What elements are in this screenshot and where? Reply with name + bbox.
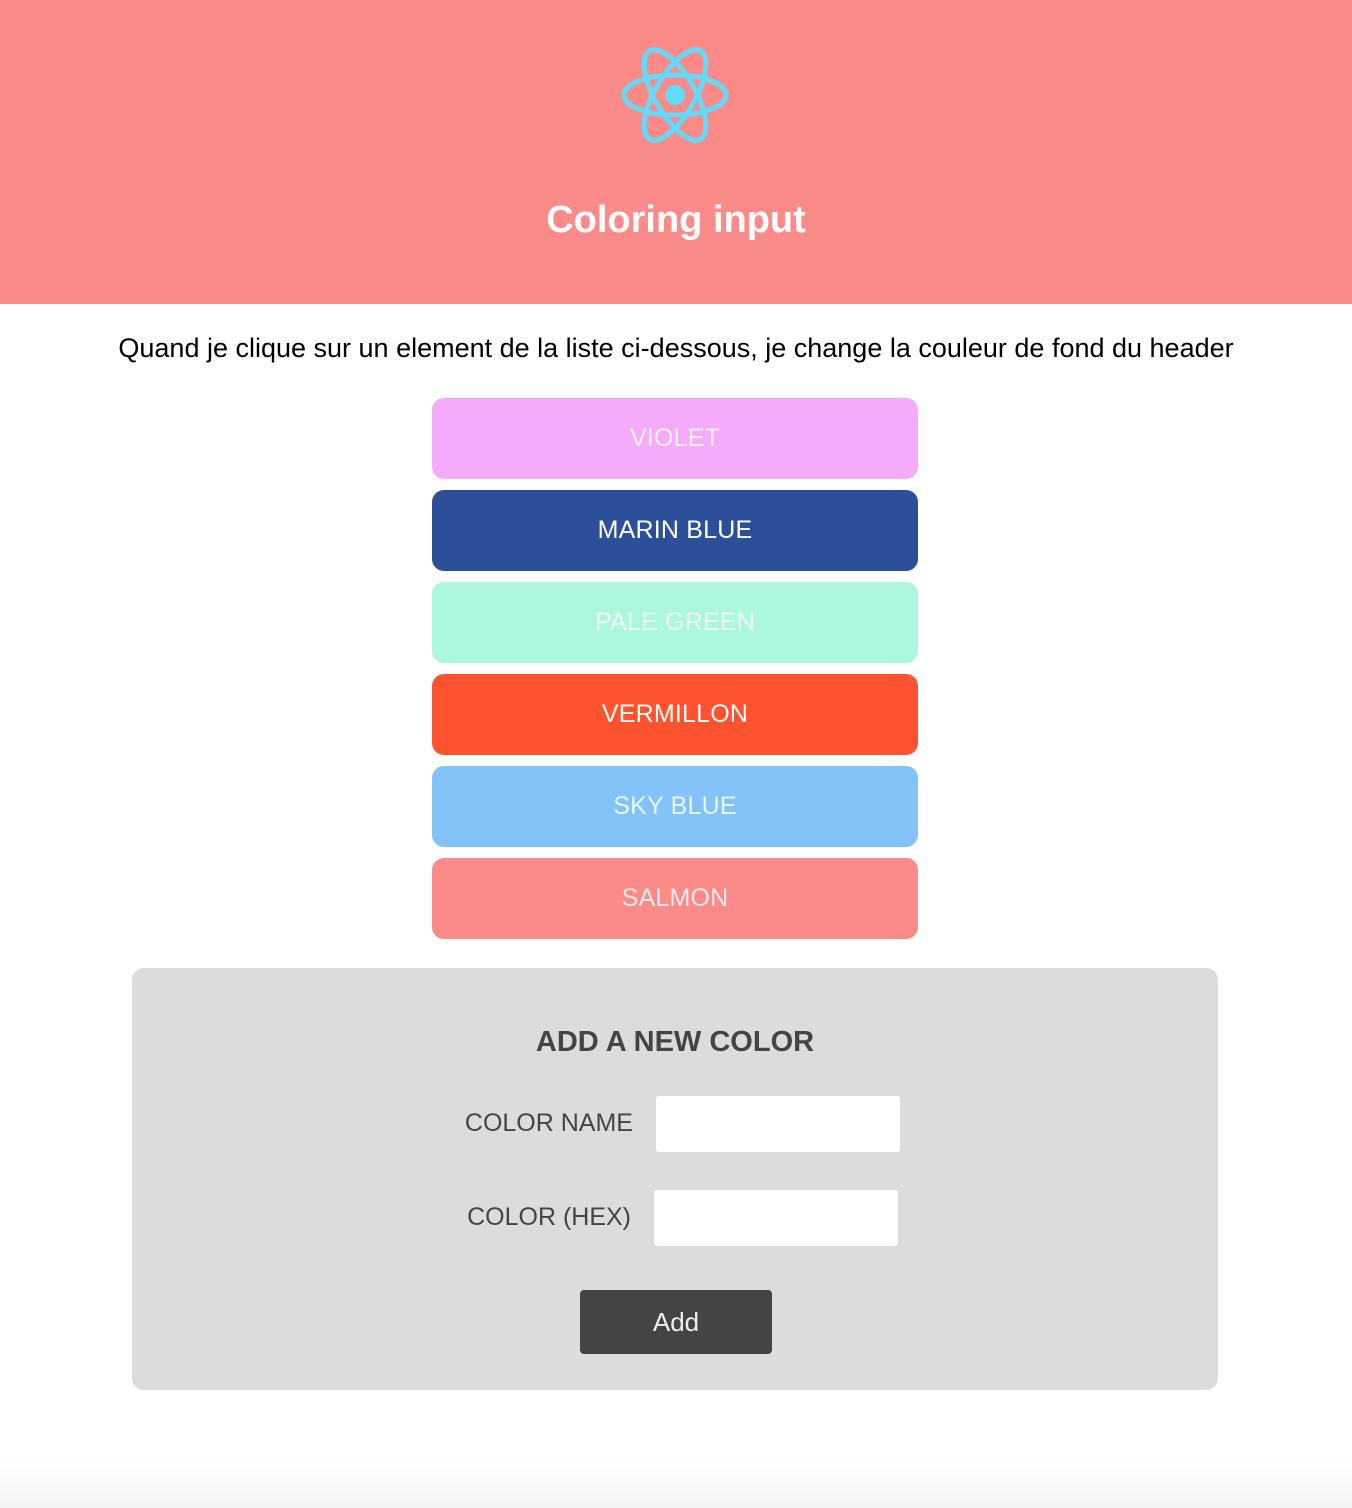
add-color-form: ADD A NEW COLOR COLOR NAME COLOR (HEX) A… [132, 968, 1218, 1390]
color-hex-input[interactable] [654, 1190, 898, 1246]
color-name-input[interactable] [656, 1096, 900, 1152]
color-item-label: PALE GREEN [595, 608, 755, 636]
header: Coloring input [0, 0, 1352, 304]
color-item-label: VIOLET [629, 424, 721, 452]
add-button[interactable]: Add [580, 1290, 772, 1354]
color-hex-label: COLOR (HEX) [467, 1203, 631, 1231]
color-item-vermillon[interactable]: VERMILLON [432, 674, 918, 755]
page-title: Coloring input [546, 199, 806, 241]
react-atom-icon [621, 47, 729, 143]
color-item-marin-blue[interactable]: MARIN BLUE [432, 490, 918, 571]
color-item-pale-green[interactable]: PALE GREEN [432, 582, 918, 663]
color-item-label: MARIN BLUE [597, 516, 753, 544]
color-item-label: SKY BLUE [613, 792, 737, 820]
color-list: VIOLET MARIN BLUE PALE GREEN VERMILLON S… [432, 398, 918, 950]
color-name-label: COLOR NAME [464, 1109, 633, 1137]
color-item-label: SALMON [621, 884, 729, 912]
color-item-sky-blue[interactable]: SKY BLUE [432, 766, 918, 847]
form-title: ADD A NEW COLOR [535, 1026, 815, 1058]
intro-text: Quand je clique sur un element de la lis… [118, 333, 1234, 363]
page: Coloring input Quand je clique sur un el… [0, 0, 1352, 1508]
color-item-violet[interactable]: VIOLET [432, 398, 918, 479]
color-item-label: VERMILLON [601, 700, 749, 728]
color-item-salmon[interactable]: SALMON [432, 858, 918, 939]
